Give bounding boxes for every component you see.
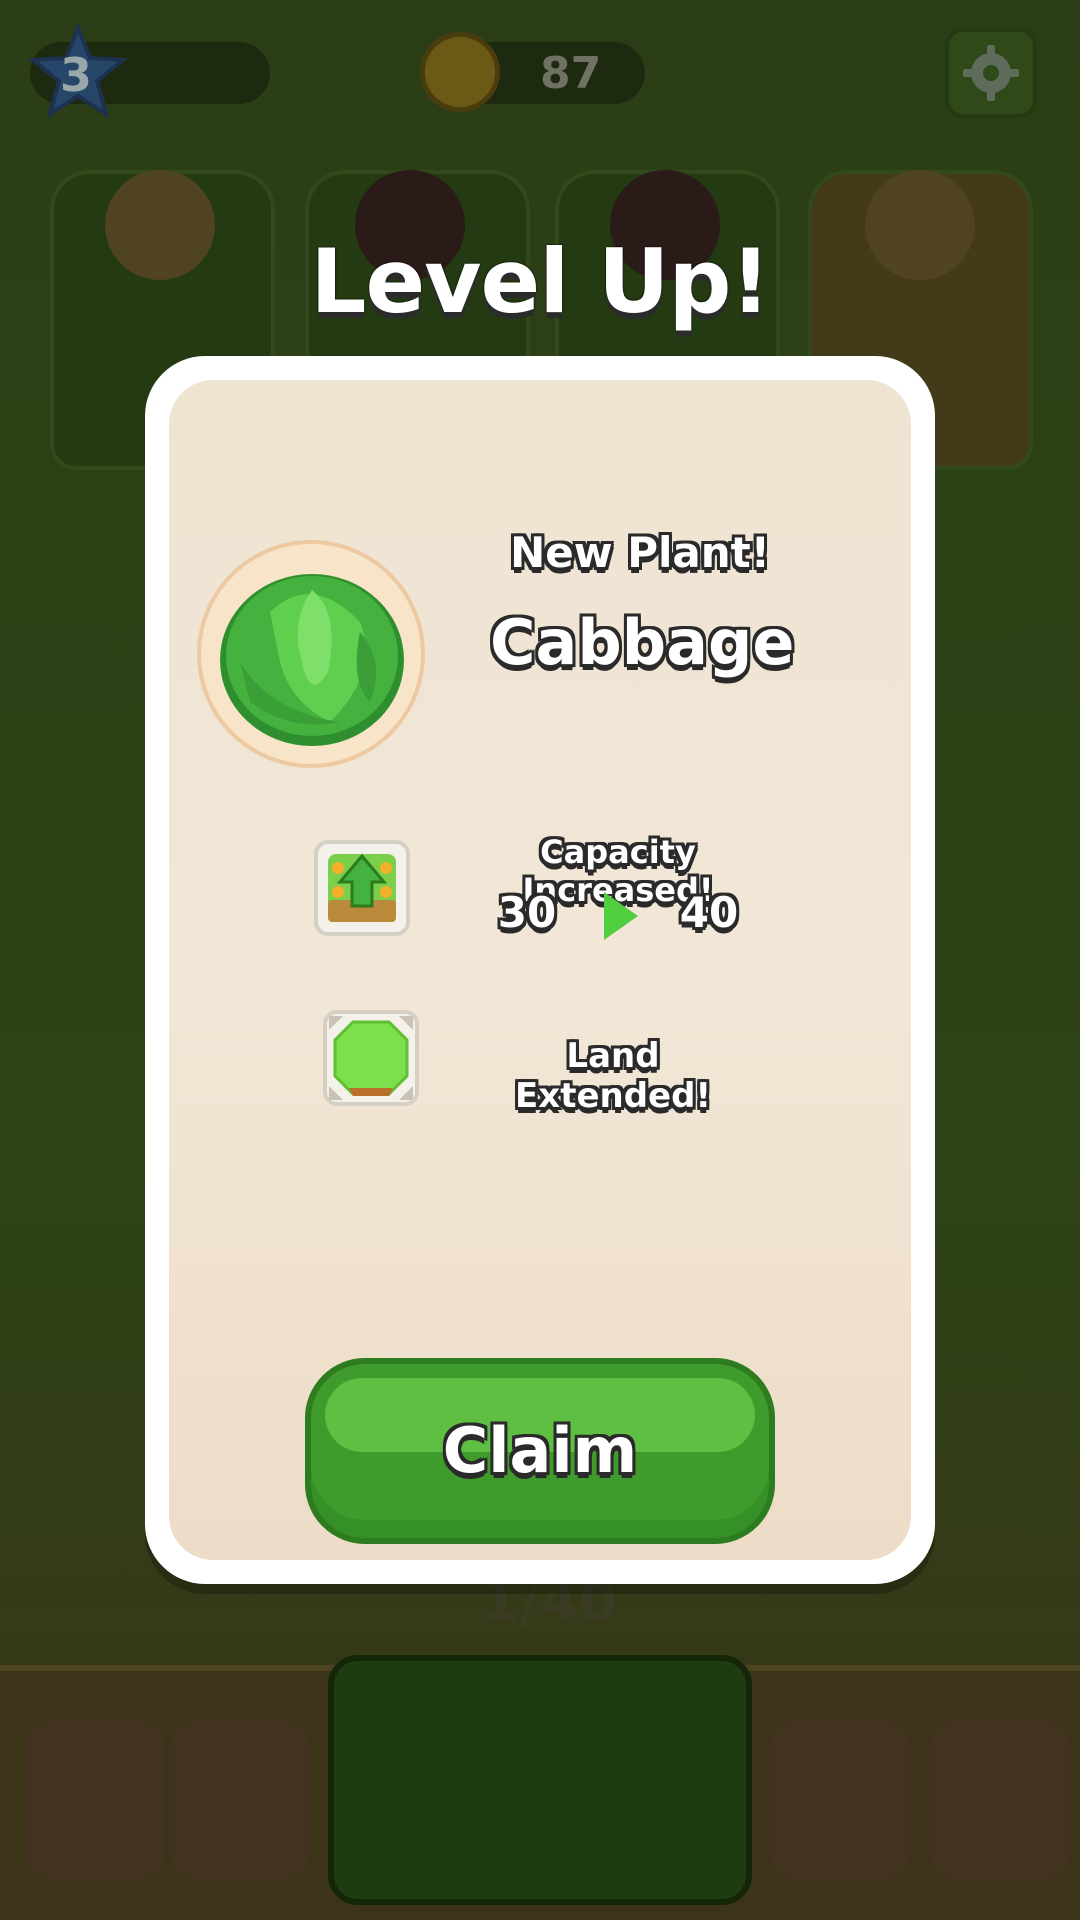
barn-button[interactable]: [930, 1720, 1070, 1880]
land-extended-label: Land Extended!: [515, 1036, 711, 1116]
plant-name: Cabbage: [490, 606, 795, 679]
coin-icon: [420, 32, 500, 112]
capacity-from: 30: [497, 888, 557, 937]
claim-label: Claim: [442, 1414, 638, 1487]
gear-icon: [963, 45, 1019, 101]
seed-slot[interactable]: [328, 1655, 752, 1905]
seed-bag-button[interactable]: [25, 1720, 165, 1880]
play-arrow-icon: [604, 892, 638, 940]
tools-button[interactable]: [770, 1720, 910, 1880]
new-plant-label: New Plant!: [510, 528, 770, 577]
level-up-title: Level Up!: [310, 230, 770, 333]
cabbage-icon: [220, 574, 404, 746]
settings-button[interactable]: [945, 28, 1037, 118]
land-extend-icon: [323, 1010, 419, 1106]
coin-count: 87: [540, 48, 602, 99]
capacity-to: 40: [679, 888, 739, 937]
basket-button[interactable]: [170, 1720, 310, 1880]
level-number: 3: [60, 48, 93, 102]
capacity-upgrade-icon: [314, 840, 410, 936]
claim-button[interactable]: Claim: [305, 1358, 775, 1544]
